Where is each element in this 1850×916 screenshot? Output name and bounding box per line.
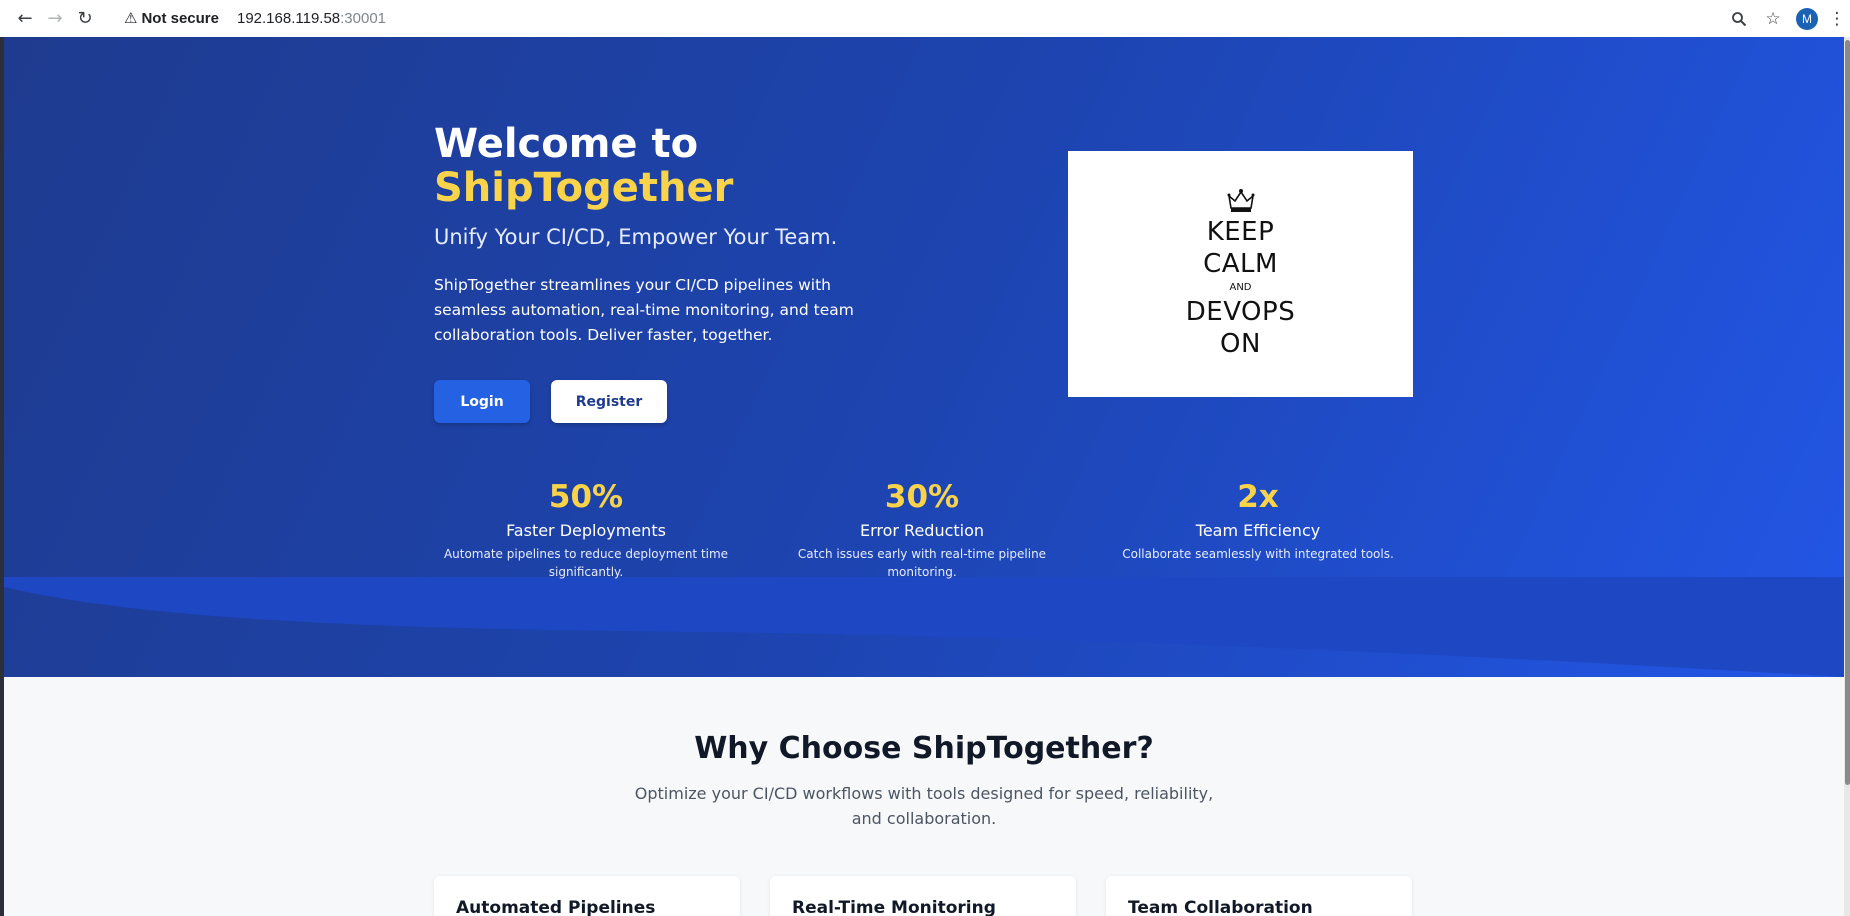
- poster-line-5: ON: [1220, 329, 1261, 359]
- stat-error-reduction: 30% Error Reduction Catch issues early w…: [772, 477, 1072, 581]
- avatar: M: [1796, 7, 1818, 30]
- bookmark-star-icon[interactable]: ☆: [1756, 4, 1790, 34]
- stat-title: Team Efficiency: [1195, 521, 1321, 540]
- page: Welcome to ShipTogether Unify Your CI/CD…: [4, 37, 1844, 916]
- hero-tagline: Unify Your CI/CD, Empower Your Team.: [434, 225, 838, 249]
- zoom-icon[interactable]: [1722, 4, 1756, 34]
- scrollbar-thumb[interactable]: [1845, 40, 1850, 785]
- reload-icon[interactable]: ↻: [70, 4, 100, 34]
- hero-wave: [4, 577, 1844, 677]
- stat-value: 50%: [548, 479, 624, 515]
- forward-icon[interactable]: →: [40, 4, 70, 34]
- crown-icon: [1227, 189, 1254, 212]
- warning-icon: ⚠: [124, 9, 138, 27]
- url-port: :30001: [340, 9, 387, 27]
- feature-card-team-collaboration: Team Collaboration: [1106, 876, 1412, 916]
- register-button[interactable]: Register: [551, 380, 667, 423]
- stat-faster-deployments: 50% Faster Deployments Automate pipeline…: [436, 477, 736, 581]
- browser-toolbar: ← → ↻ ⚠ Not secure 192.168.119.58:30001 …: [0, 0, 1850, 37]
- stat-value: 2x: [1237, 479, 1279, 515]
- stat-description: Collaborate seamlessly with integrated t…: [1122, 547, 1394, 561]
- poster-line-1: KEEP: [1206, 217, 1275, 247]
- url-host: 192.168.119.58: [236, 9, 341, 27]
- feature-card-title: Automated Pipelines: [456, 898, 656, 916]
- why-section-title: Why Choose ShipTogether?: [694, 731, 1154, 766]
- address-bar[interactable]: ⚠ Not secure 192.168.119.58:30001: [124, 3, 1704, 33]
- stat-title: Faster Deployments: [506, 521, 666, 540]
- feature-card-title: Real-Time Monitoring: [792, 898, 996, 916]
- stat-title: Error Reduction: [859, 521, 985, 540]
- stat-description: Catch issues early with real-time pipeli…: [797, 547, 1047, 579]
- menu-icon[interactable]: ⋮: [1824, 4, 1850, 34]
- hero-title-line1: Welcome to: [434, 121, 699, 167]
- hero-description: ShipTogether streamlines your CI/CD pipe…: [434, 276, 854, 344]
- feature-card-title: Team Collaboration: [1128, 898, 1313, 916]
- login-button[interactable]: Login: [434, 380, 530, 423]
- feature-card-automated-pipelines: Automated Pipelines: [434, 876, 740, 916]
- poster-line-4: DEVOPS: [1185, 297, 1296, 327]
- poster-line-2: CALM: [1203, 249, 1278, 279]
- back-icon[interactable]: ←: [10, 4, 40, 34]
- hero-title: Welcome to ShipTogether: [434, 122, 733, 210]
- why-section-subtitle: Optimize your CI/CD workflows with tools…: [634, 784, 1214, 828]
- poster-line-3: AND: [1229, 282, 1252, 293]
- profile-avatar[interactable]: M: [1790, 4, 1824, 34]
- stat-value: 30%: [884, 479, 960, 515]
- security-label[interactable]: Not secure: [141, 10, 219, 27]
- keep-calm-poster: KEEP CALM AND DEVOPS ON: [1068, 151, 1413, 397]
- feature-card-real-time-monitoring: Real-Time Monitoring: [770, 876, 1076, 916]
- hero-brand-name: ShipTogether: [434, 165, 734, 211]
- stat-team-efficiency: 2x Team Efficiency Collaborate seamlessl…: [1108, 477, 1408, 563]
- stat-description: Automate pipelines to reduce deployment …: [443, 547, 729, 579]
